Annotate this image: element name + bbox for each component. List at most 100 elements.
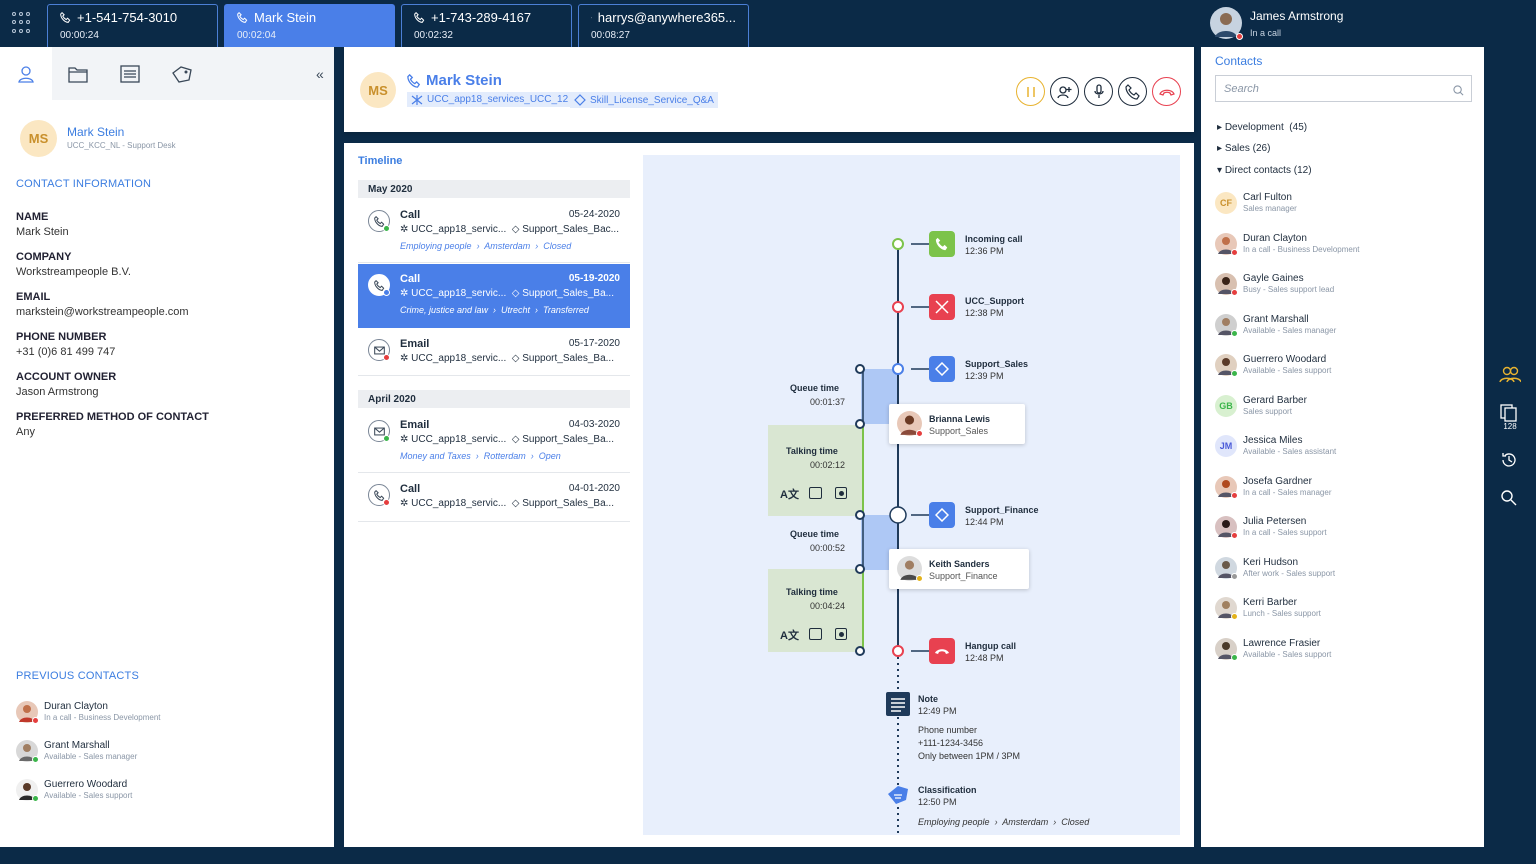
contact-list-item[interactable]: Keri Hudson After work - Sales support xyxy=(1215,556,1335,580)
avatar xyxy=(1215,556,1238,580)
contact-list-item[interactable]: JM Jessica Miles Available - Sales assista… xyxy=(1215,435,1336,457)
previous-contact[interactable]: Guerrero Woodard Available - Sales suppor… xyxy=(16,779,132,802)
contact-panel: « MS Mark Stein UCC_KCC_NL - Support Des… xyxy=(0,47,334,847)
tab-tags[interactable] xyxy=(156,47,208,100)
recording-icon[interactable] xyxy=(835,628,847,640)
skill-tag: Skill_License_Service_Q&A xyxy=(570,92,718,108)
timeline-item[interactable]: Email 05-17-2020 ✲ UCC_app18_servic... ◇… xyxy=(358,329,630,376)
hold-button[interactable] xyxy=(1016,77,1045,106)
app-launcher-icon[interactable] xyxy=(12,12,34,34)
contact-list-item[interactable]: Kerri Barber Lunch - Sales support xyxy=(1215,597,1321,620)
status-dot xyxy=(1231,329,1238,337)
user-name: James Armstrong xyxy=(1250,9,1344,23)
contact-status: Lunch - Sales support xyxy=(1243,609,1321,618)
add-participant-button[interactable] xyxy=(1050,77,1079,106)
hub-icon xyxy=(929,294,955,320)
contact-list-item[interactable]: Grant Marshall Available - Sales manager xyxy=(1215,313,1337,337)
search-icon[interactable] xyxy=(1500,489,1517,511)
contact-status: Busy - Sales support lead xyxy=(1243,285,1335,294)
avatar xyxy=(1215,475,1238,499)
talking-value: 00:02:12 xyxy=(810,460,846,470)
timeline-item-selected[interactable]: Call 05-19-2020 ✲ UCC_app18_servic... ◇ … xyxy=(358,264,630,328)
status-dot xyxy=(1231,613,1238,620)
contact-list-item[interactable]: Guerrero Woodard Available - Sales suppor… xyxy=(1215,354,1332,377)
mute-button[interactable] xyxy=(1084,77,1113,106)
contact-name: Grant Marshall xyxy=(1243,313,1309,325)
search-icon[interactable] xyxy=(1453,83,1464,101)
avatar xyxy=(1215,232,1238,256)
contact-name: Guerrero Woodard xyxy=(1243,354,1327,365)
contact-list-item[interactable]: CF Carl Fulton Sales manager xyxy=(1215,192,1297,214)
timeline-item[interactable]: Email 04-03-2020 ✲ UCC_app18_servic... ◇… xyxy=(358,410,630,473)
skill-icon xyxy=(574,94,586,106)
group-sales[interactable]: ▸ Sales (26) xyxy=(1217,143,1270,154)
add-user-icon xyxy=(1056,85,1071,98)
agent-card[interactable]: Keith Sanders Support_Finance xyxy=(889,549,1029,589)
contact-list-item[interactable]: Gayle Gaines Busy - Sales support lead xyxy=(1215,273,1335,296)
previous-contact[interactable]: Grant Marshall Available - Sales manager xyxy=(16,740,137,763)
tab-files[interactable] xyxy=(52,47,104,100)
bottom-bar xyxy=(0,847,1536,864)
top-bar: +1-541-754-3010 00:00:24 Mark Stein 00:0… xyxy=(0,0,1536,47)
incoming-call-icon xyxy=(929,231,955,257)
contact-status: In a call - Business Development xyxy=(1243,244,1360,254)
avatar xyxy=(1215,637,1238,661)
mail-icon xyxy=(368,339,390,361)
contact-status: Sales manager xyxy=(1243,204,1297,213)
contact-name: Carl Fulton xyxy=(1243,192,1292,203)
group-direct-contacts[interactable]: ▾ Direct contacts (12) xyxy=(1217,165,1312,176)
avatar xyxy=(16,701,39,724)
field-company: COMPANY Workstreampeople B.V. xyxy=(16,251,131,278)
contact-status: In a call - Sales support xyxy=(1243,528,1327,537)
contact-list-item[interactable]: Julia Petersen In a call - Sales support xyxy=(1215,516,1327,539)
current-user[interactable]: James Armstrong In a call xyxy=(1210,7,1344,40)
contact-list-item[interactable]: Duran Clayton In a call - Business Develo… xyxy=(1215,232,1360,256)
collapse-icon[interactable]: « xyxy=(316,66,324,82)
contacts-icon[interactable] xyxy=(1499,365,1522,388)
translate-icon[interactable]: A文 xyxy=(780,486,799,502)
talking-label: Talking time xyxy=(786,587,838,597)
contact-name[interactable]: Mark Stein xyxy=(67,125,124,139)
service-tag: UCC_app18_services_UCC_12 xyxy=(407,92,573,107)
tab-contact[interactable] xyxy=(0,47,52,100)
avatar: CF xyxy=(1215,192,1237,214)
session-tab[interactable]: +1-541-754-3010 00:00:24 xyxy=(47,4,218,47)
avatar xyxy=(1215,354,1238,377)
contact-list-item[interactable]: Lawrence Frasier Available - Sales suppor… xyxy=(1215,637,1331,661)
contact-status: Available - Sales manager xyxy=(1243,325,1337,335)
avatar xyxy=(1215,516,1238,539)
timeline-item[interactable]: Call 05-24-2020 ✲ UCC_app18_servic... ◇ … xyxy=(358,200,630,263)
tab-title: Mark Stein xyxy=(254,10,317,25)
session-tab-active[interactable]: Mark Stein 00:02:04 xyxy=(224,4,395,47)
mail-icon xyxy=(368,420,390,442)
previous-contact[interactable]: Duran Clayton In a call - Business Develo… xyxy=(16,701,161,724)
timeline-item[interactable]: Call 04-01-2020 ✲ UCC_app18_servic... ◇ … xyxy=(358,474,630,522)
session-tab[interactable]: +1-743-289-4167 00:02:32 xyxy=(401,4,572,47)
field-preferred: PREFERRED METHOD OF CONTACT Any xyxy=(16,411,209,438)
person-icon xyxy=(18,65,34,83)
tab-title: harrys@anywhere365... xyxy=(597,10,736,25)
status-dot xyxy=(1231,289,1238,296)
contact-list-item[interactable]: Josefa Gardner In a call - Sales manager xyxy=(1215,475,1332,499)
contact-status: Available - Sales support xyxy=(1243,366,1332,375)
session-tab[interactable]: harrys@anywhere365... 00:08:27 xyxy=(578,4,749,47)
history-icon[interactable] xyxy=(1500,451,1518,474)
contacts-search-input[interactable]: Search xyxy=(1215,75,1472,102)
group-development[interactable]: ▸ Development (45) xyxy=(1217,122,1307,133)
translate-icon[interactable]: A文 xyxy=(780,627,799,643)
agent-card[interactable]: Brianna Lewis Support_Sales xyxy=(889,404,1025,444)
fields-list: NAME Mark Stein COMPANY Workstreampeople B… xyxy=(16,211,209,451)
tab-notes[interactable] xyxy=(104,47,156,100)
contact-list-item[interactable]: GB Gerard Barber Sales support xyxy=(1215,394,1307,417)
hangup-button[interactable] xyxy=(1152,77,1181,106)
interaction-body: Timeline May 2020 Call 05-24-2020 ✲ UCC_… xyxy=(344,143,1194,847)
transcript-icon[interactable] xyxy=(809,628,822,640)
field-phone: PHONE NUMBER +31 (0)6 81 499 747 xyxy=(16,331,116,358)
recording-icon[interactable] xyxy=(835,487,847,499)
transfer-button[interactable] xyxy=(1118,77,1147,106)
contact-name: Julia Petersen xyxy=(1243,516,1307,527)
contact-name: Josefa Gardner xyxy=(1243,475,1312,487)
talking-label: Talking time xyxy=(786,446,838,456)
transcript-icon[interactable] xyxy=(809,487,822,499)
avatar xyxy=(16,740,39,763)
